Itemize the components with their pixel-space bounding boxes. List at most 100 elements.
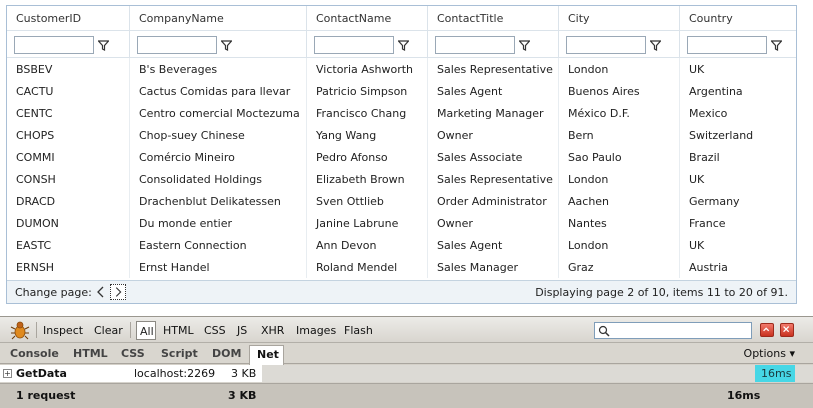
tab-net[interactable]: Net: [249, 345, 284, 365]
cell-companyname: Du monde entier: [130, 212, 307, 234]
cell-customerid: CACTU: [7, 80, 130, 102]
filter-xhr-button[interactable]: XHR: [261, 324, 284, 337]
cell-contacttitle: Sales Representative: [428, 168, 559, 190]
search-input[interactable]: [594, 322, 752, 339]
tab-script[interactable]: Script: [161, 347, 198, 360]
tab-console[interactable]: Console: [10, 347, 59, 360]
cell-contacttitle: Sales Agent: [428, 234, 559, 256]
table-row[interactable]: CENTC Centro comercial Moctezuma Francis…: [7, 102, 796, 124]
inspect-button[interactable]: Inspect: [43, 324, 83, 337]
cell-companyname: Drachenblut Delikatessen: [130, 190, 307, 212]
filter-html-button[interactable]: HTML: [163, 324, 194, 337]
filter-input-country[interactable]: [687, 36, 767, 54]
cell-country: UK: [689, 63, 705, 76]
firebug-bug-icon[interactable]: [10, 320, 30, 340]
summary-total-size: 3 KB: [228, 389, 257, 402]
column-header-customerid[interactable]: CustomerID: [7, 6, 130, 30]
table-row[interactable]: DUMON Du monde entier Janine Labrune Own…: [7, 212, 796, 234]
toolbar-separator: [36, 322, 37, 338]
customers-grid: CustomerID CompanyName ContactName Conta…: [6, 5, 797, 304]
funnel-filter-icon[interactable]: [398, 39, 409, 51]
minimize-panel-button[interactable]: [760, 323, 774, 337]
grid-header-row: CustomerID CompanyName ContactName Conta…: [7, 6, 796, 31]
table-row[interactable]: COMMI Comércio Mineiro Pedro Afonso Sale…: [7, 146, 796, 168]
table-row[interactable]: CONSH Consolidated Holdings Elizabeth Br…: [7, 168, 796, 190]
column-header-contacttitle[interactable]: ContactTitle: [428, 6, 559, 30]
cell-customerid: CHOPS: [7, 124, 130, 146]
filter-images-button[interactable]: Images: [296, 324, 336, 337]
cell-companyname: Chop-suey Chinese: [130, 124, 307, 146]
filter-input-companyname[interactable]: [137, 36, 217, 54]
cell-contacttitle: Sales Representative: [428, 58, 559, 80]
funnel-filter-icon[interactable]: [650, 39, 661, 51]
search-icon: [598, 325, 610, 337]
filter-all-button[interactable]: All: [136, 321, 156, 340]
table-row[interactable]: DRACD Drachenblut Delikatessen Sven Ottl…: [7, 190, 796, 212]
cell-contactname: Francisco Chang: [307, 102, 428, 124]
net-timeline-track: [262, 365, 813, 382]
filter-input-contactname[interactable]: [314, 36, 394, 54]
cell-country: France: [689, 217, 726, 230]
filter-js-button[interactable]: JS: [237, 324, 247, 337]
filter-input-city[interactable]: [566, 36, 646, 54]
firebug-panel: Inspect Clear All HTML CSS JS XHR Images…: [0, 316, 813, 408]
previous-page-icon[interactable]: [96, 286, 106, 298]
summary-total-time: 16ms: [727, 389, 761, 402]
cell-city: México D.F.: [559, 102, 680, 124]
expand-icon[interactable]: +: [3, 369, 12, 378]
funnel-filter-icon[interactable]: [519, 39, 530, 51]
funnel-filter-icon[interactable]: [771, 39, 782, 51]
column-header-contactname[interactable]: ContactName: [307, 6, 428, 30]
filter-cell-contactname: [307, 31, 428, 57]
column-header-companyname[interactable]: CompanyName: [130, 6, 307, 30]
table-row[interactable]: CHOPS Chop-suey Chinese Yang Wang Owner …: [7, 124, 796, 146]
cell-customerid: CENTC: [7, 102, 130, 124]
cell-country: Mexico: [689, 107, 728, 120]
close-panel-button[interactable]: [780, 323, 794, 337]
cell-country: Switzerland: [689, 129, 754, 142]
chevron-up-icon: [763, 327, 770, 332]
tab-css[interactable]: CSS: [121, 347, 145, 360]
close-icon: [783, 326, 790, 333]
tab-dom[interactable]: DOM: [212, 347, 241, 360]
cell-city: London: [559, 168, 680, 190]
cell-customerid: CONSH: [7, 168, 130, 190]
cell-customerid: EASTC: [7, 234, 130, 256]
filter-css-button[interactable]: CSS: [204, 324, 226, 337]
cell-country: Germany: [689, 195, 740, 208]
filter-input-contacttitle[interactable]: [435, 36, 515, 54]
cell-companyname: Eastern Connection: [130, 234, 307, 256]
toolbar-separator: [130, 322, 131, 338]
column-header-country[interactable]: Country: [680, 6, 796, 30]
filter-flash-button[interactable]: Flash: [344, 324, 373, 337]
clear-button[interactable]: Clear: [94, 324, 123, 337]
filter-cell-companyname: [130, 31, 307, 57]
cell-customerid: DUMON: [7, 212, 130, 234]
pager-status: Displaying page 2 of 10, items 11 to 20 …: [535, 286, 788, 299]
filter-input-customerid[interactable]: [14, 36, 94, 54]
options-menu-button[interactable]: Options ▾: [744, 347, 795, 360]
cell-contactname: Yang Wang: [307, 124, 428, 146]
cell-companyname: B's Beverages: [130, 58, 307, 80]
summary-request-count: 1 request: [16, 389, 76, 402]
table-row[interactable]: EASTC Eastern Connection Ann Devon Sales…: [7, 234, 796, 256]
funnel-filter-icon[interactable]: [221, 39, 232, 51]
funnel-filter-icon[interactable]: [98, 39, 109, 51]
next-page-icon[interactable]: [110, 284, 126, 300]
table-row[interactable]: CACTU Cactus Comidas para llevar Patrici…: [7, 80, 796, 102]
firebug-toolbar: Inspect Clear All HTML CSS JS XHR Images…: [0, 317, 813, 343]
table-row[interactable]: ERNSH Ernst Handel Roland Mendel Sales M…: [7, 256, 796, 278]
net-request-row[interactable]: + GetData localhost:2269 3 KB 16ms: [0, 365, 813, 383]
tab-html[interactable]: HTML: [73, 347, 108, 360]
cell-contactname: Pedro Afonso: [307, 146, 428, 168]
cell-companyname: Centro comercial Moctezuma: [130, 102, 307, 124]
cell-companyname: Cactus Comidas para llevar: [130, 80, 307, 102]
cell-customerid: ERNSH: [7, 256, 130, 278]
filter-cell-customerid: [7, 31, 130, 57]
grid-body: BSBEV B's Beverages Victoria Ashworth Sa…: [7, 58, 796, 280]
cell-companyname: Ernst Handel: [130, 256, 307, 278]
cell-contactname: Elizabeth Brown: [307, 168, 428, 190]
net-request-size: 3 KB: [231, 367, 257, 380]
table-row[interactable]: BSBEV B's Beverages Victoria Ashworth Sa…: [7, 58, 796, 80]
column-header-city[interactable]: City: [559, 6, 680, 30]
